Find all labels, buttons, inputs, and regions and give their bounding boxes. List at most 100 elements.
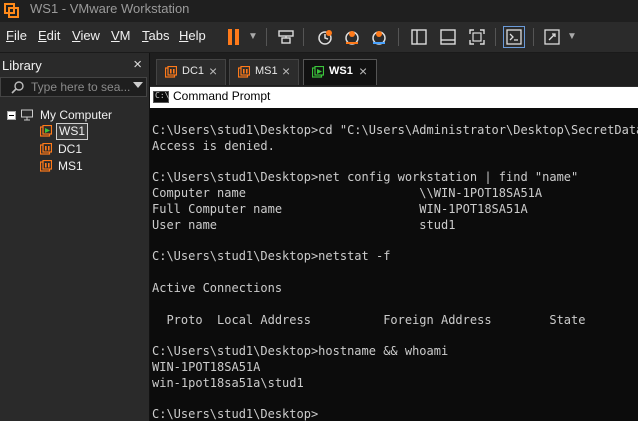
search-dropdown-icon[interactable] xyxy=(133,82,143,88)
console-line: C:\Users\stud1\Desktop>cd "C:\Users\Admi… xyxy=(152,123,638,137)
menu-vm-mnemonic: V xyxy=(111,28,120,43)
thumbnail-bar-button[interactable] xyxy=(437,26,459,48)
stretch-guest-icon xyxy=(544,29,560,45)
menu-file-label: ile xyxy=(13,28,27,43)
tab-label: MS1 xyxy=(255,65,278,77)
tab-label: DC1 xyxy=(182,65,205,77)
vm-suspended-icon xyxy=(165,66,177,78)
send-ctrl-alt-del-button[interactable] xyxy=(275,26,297,48)
vmware-logo-icon xyxy=(4,3,19,18)
console-line: User name stud1 xyxy=(152,217,456,232)
cmd-window-title: Command Prompt xyxy=(173,89,271,103)
console-line: C:\Users\stud1\Desktop>netstat -f xyxy=(152,249,391,264)
tab-ms1[interactable]: MS1 × xyxy=(229,59,299,85)
console-line: Access is denied. xyxy=(152,138,275,153)
search-input[interactable] xyxy=(31,78,131,96)
close-icon[interactable]: × xyxy=(209,63,217,79)
library-header: Library × xyxy=(0,55,149,75)
vm-running-icon xyxy=(40,125,52,137)
snapshot-icon xyxy=(318,30,332,45)
tree-label: My Computer xyxy=(40,108,113,122)
toolbar-separator xyxy=(266,28,267,46)
console-line: Active Connections xyxy=(152,280,283,295)
take-snapshot-button[interactable] xyxy=(314,26,336,48)
menu-edit[interactable]: Edit xyxy=(38,28,60,43)
tree-item-my-computer[interactable]: My Computer xyxy=(0,107,149,124)
console-line: WIN-1POT18SA51A xyxy=(152,359,261,374)
library-panel: Library × My Computer WS1 xyxy=(0,53,150,421)
full-screen-icon xyxy=(469,29,485,45)
stretch-dropdown-icon[interactable]: ▼ xyxy=(567,31,577,42)
console-line: C:\Users\stud1\Desktop>hostname && whoam… xyxy=(152,344,449,359)
menu-vm[interactable]: VM xyxy=(111,28,131,43)
tree-label: WS1 xyxy=(56,123,89,140)
thumbnail-bar-icon xyxy=(440,29,456,45)
menu-help[interactable]: Help xyxy=(179,28,206,43)
menu-edit-mnemonic: E xyxy=(38,28,47,43)
menu-file-mnemonic: F xyxy=(6,28,14,43)
toolbar-separator xyxy=(398,28,399,46)
menu-tabs-label: abs xyxy=(148,28,170,43)
console-line: C:\Users\stud1\Desktop>net config workst… xyxy=(152,170,579,185)
pause-icon xyxy=(226,26,242,48)
window-title: WS1 - VMware Workstation xyxy=(30,1,190,16)
console-view-button[interactable] xyxy=(503,26,525,48)
snapshot-manager-icon xyxy=(372,31,386,45)
toolbar-separator xyxy=(495,28,496,46)
menu-help-mnemonic: H xyxy=(179,28,189,43)
library-view-icon xyxy=(411,29,427,45)
console-line: Computer name \\WIN-1POT18SA51A xyxy=(152,186,543,201)
close-icon[interactable]: × xyxy=(359,63,367,79)
title-bar: WS1 - VMware Workstation xyxy=(0,0,638,22)
console-area[interactable]: C:\Users\stud1\Desktop>cd "C:\Users\Admi… xyxy=(150,108,638,421)
cmd-icon: C:\ xyxy=(153,91,169,103)
menu-tabs[interactable]: Tabs xyxy=(142,28,169,43)
tree-item-ws1[interactable]: WS1 xyxy=(0,123,149,140)
full-screen-button[interactable] xyxy=(466,26,488,48)
close-icon[interactable]: × xyxy=(282,63,290,79)
vm-suspended-icon xyxy=(40,143,52,155)
library-title: Library xyxy=(2,58,42,73)
snapshot-manager-button[interactable] xyxy=(368,26,390,48)
vm-suspended-icon xyxy=(40,160,52,172)
menu-view[interactable]: View xyxy=(72,28,100,43)
tab-label: WS1 xyxy=(329,65,353,77)
vm-running-icon xyxy=(312,66,324,78)
search-icon xyxy=(11,81,24,94)
console-line: Full Computer name WIN-1POT18SA51A xyxy=(152,201,528,216)
library-view-button[interactable] xyxy=(408,26,430,48)
console-line: win-1pot18sa51a\stud1 xyxy=(152,375,304,390)
send-ctrl-alt-del-icon xyxy=(278,30,294,44)
pause-dropdown-icon[interactable]: ▼ xyxy=(248,31,258,42)
tree-item-ms1[interactable]: MS1 xyxy=(0,158,149,175)
tree-item-dc1[interactable]: DC1 xyxy=(0,141,149,158)
stretch-guest-button[interactable]: ▼ xyxy=(543,26,579,48)
menu-edit-label: dit xyxy=(46,28,61,43)
revert-snapshot-icon xyxy=(345,31,359,45)
console-output: C:\Users\stud1\Desktop>cd "C:\Users\Admi… xyxy=(152,123,638,421)
vm-tab-bar: DC1 × MS1 × WS1 × xyxy=(150,53,638,86)
tree-label: MS1 xyxy=(58,159,83,173)
computer-icon xyxy=(21,109,33,121)
console-line: Proto Local Address Foreign Address Stat… xyxy=(152,312,586,327)
menu-file[interactable]: File xyxy=(6,28,27,43)
tab-ws1[interactable]: WS1 × xyxy=(303,59,377,85)
toolbar-separator xyxy=(303,28,304,46)
menu-toolbar: File Edit View VM Tabs Help ▼ ▼ xyxy=(0,22,638,53)
menu-help-label: elp xyxy=(188,28,206,43)
library-search[interactable] xyxy=(0,77,147,97)
console-line: C:\Users\stud1\Desktop> xyxy=(152,407,319,421)
tab-dc1[interactable]: DC1 × xyxy=(156,59,226,85)
pause-button[interactable]: ▼ xyxy=(222,26,260,48)
cmd-title-bar: C:\ Command Prompt xyxy=(150,87,638,108)
revert-snapshot-button[interactable] xyxy=(341,26,363,48)
toolbar-separator xyxy=(533,28,534,46)
collapse-icon[interactable] xyxy=(7,111,16,120)
close-icon[interactable]: × xyxy=(133,56,142,73)
